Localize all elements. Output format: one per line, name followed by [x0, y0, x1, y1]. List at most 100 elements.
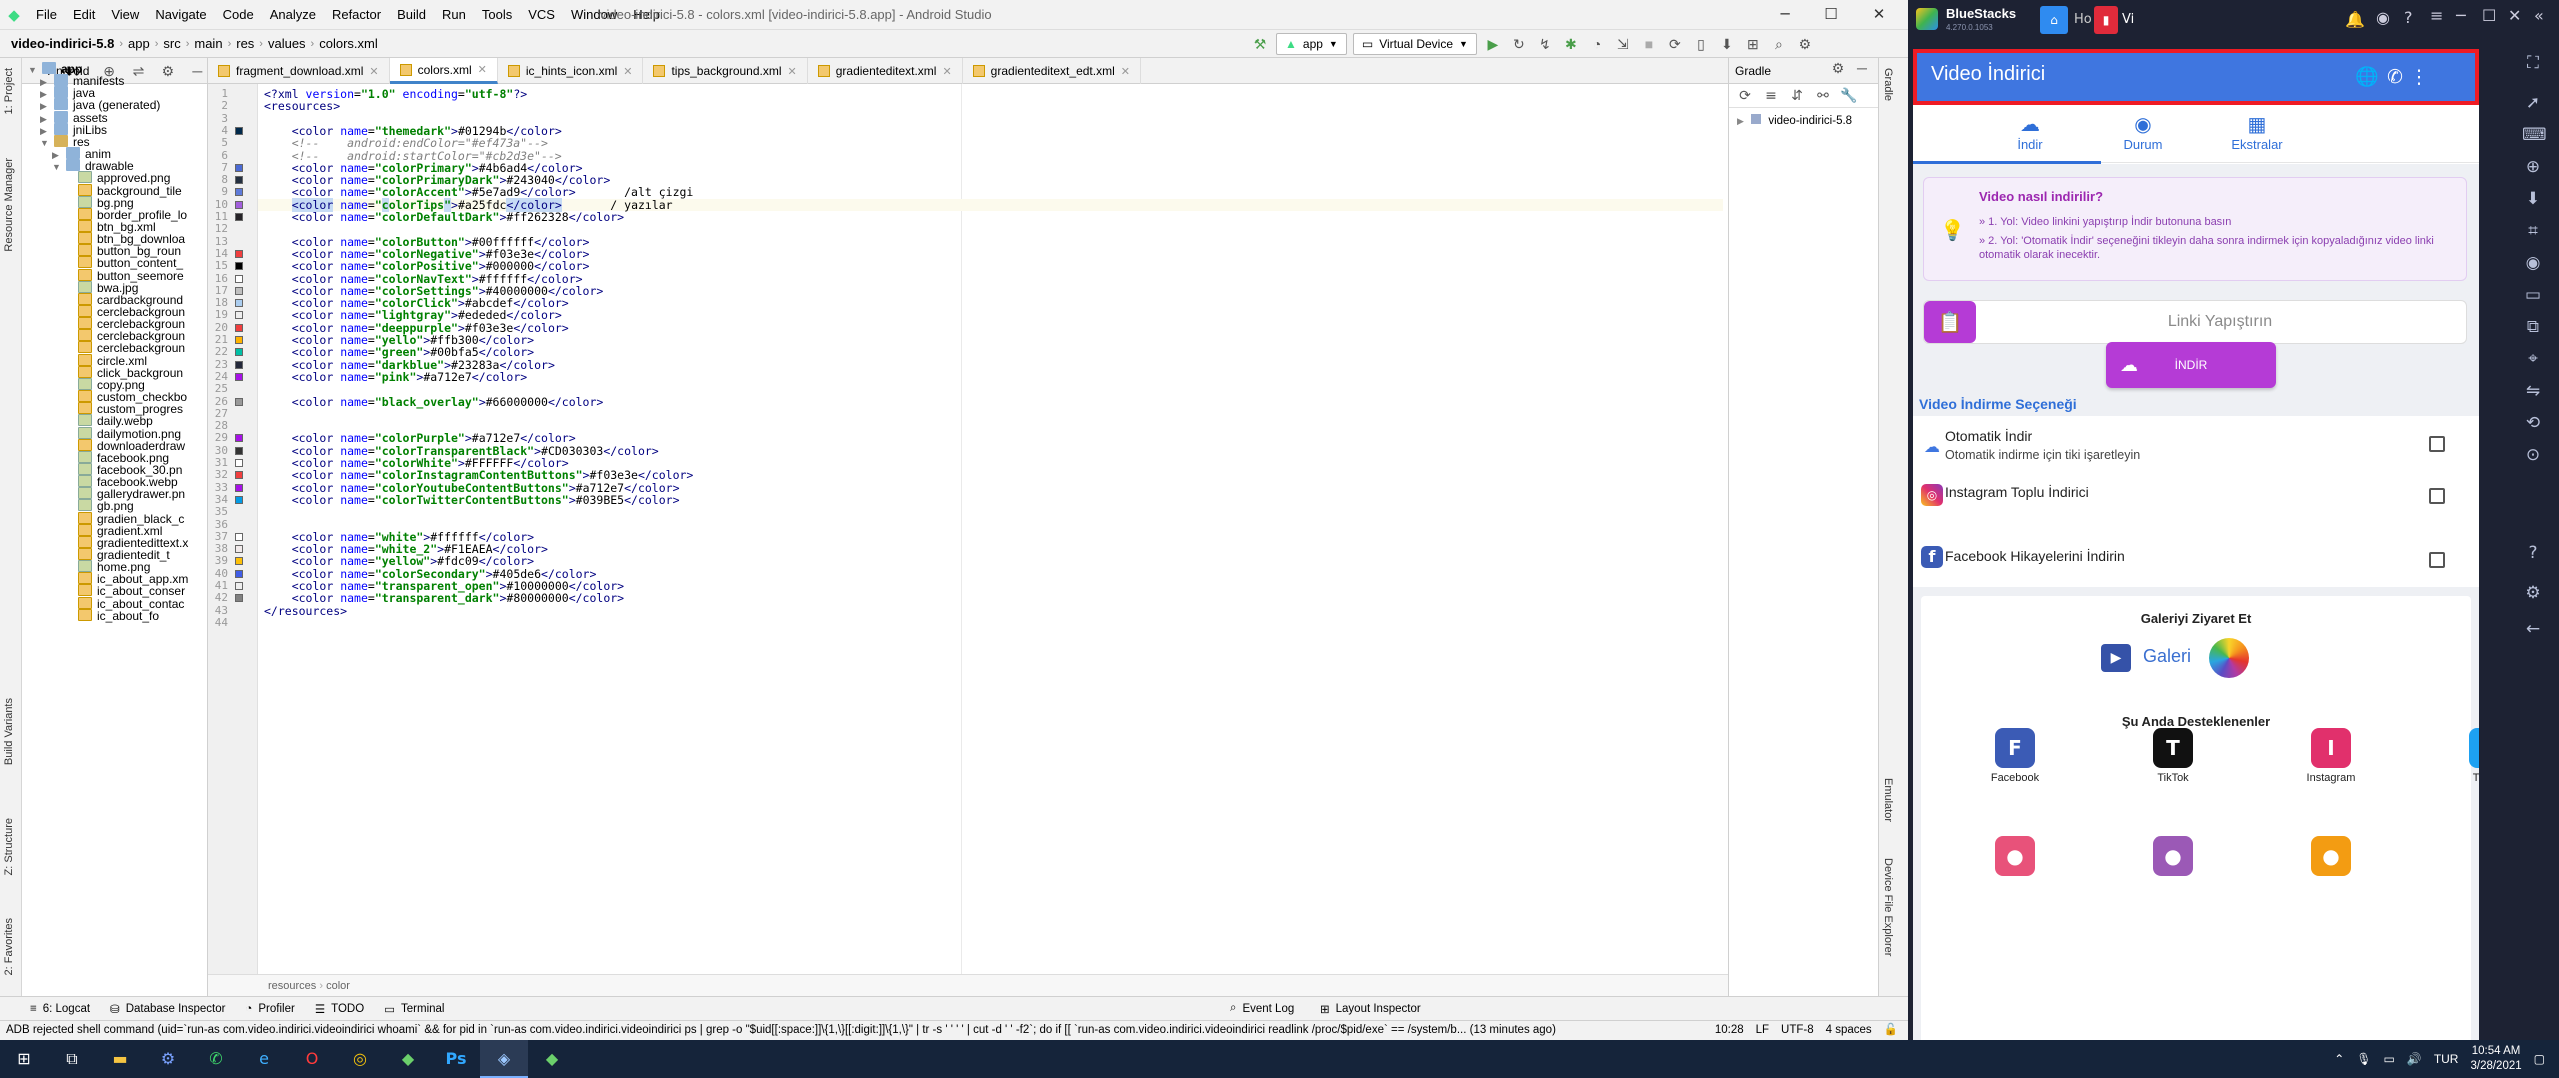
menu-view[interactable]: View: [103, 7, 147, 22]
multi-instance-icon[interactable]: ⧉: [2522, 316, 2544, 338]
tree-item[interactable]: cerclebackgroun: [64, 305, 185, 318]
color-swatch-icon[interactable]: [235, 126, 243, 135]
screenshot-icon[interactable]: ⌗: [2522, 220, 2544, 242]
android-studio-app-icon[interactable]: ◈: [480, 1040, 528, 1078]
editor-tab[interactable]: ic_hints_icon.xml ✕: [498, 58, 644, 84]
menu-analyze[interactable]: Analyze: [262, 7, 324, 22]
tree-item[interactable]: cerclebackgroun: [64, 317, 185, 330]
color-swatch-icon[interactable]: [235, 446, 243, 455]
cursor-icon[interactable]: ➚: [2522, 92, 2544, 114]
code-line[interactable]: <color name="colorTwitterContentButtons"…: [264, 494, 680, 507]
color-swatch-icon[interactable]: [235, 459, 243, 467]
tree-item[interactable]: custom_progres: [64, 402, 183, 415]
gradle-wrench-icon[interactable]: 🔧: [1839, 86, 1859, 106]
tree-item[interactable]: button_seemore: [64, 268, 184, 282]
menu-icon[interactable]: ≡: [2430, 6, 2443, 25]
video-app-tab-icon[interactable]: ▮: [2094, 6, 2118, 34]
indent-setting[interactable]: 4 spaces: [1826, 1021, 1872, 1040]
location-icon[interactable]: ⌖: [2522, 348, 2544, 370]
color-swatch-icon[interactable]: [235, 372, 243, 381]
tree-item[interactable]: gradien_black_c: [64, 511, 184, 525]
more-vert-icon[interactable]: ⋮: [2407, 65, 2431, 89]
tree-item[interactable]: background_tile: [64, 183, 182, 197]
line-separator[interactable]: LF: [1756, 1021, 1769, 1040]
tree-item[interactable]: cardbackground: [64, 292, 183, 306]
color-swatch-icon[interactable]: [235, 434, 243, 443]
tab-ekstralar[interactable]: ▦ Ekstralar: [2187, 113, 2327, 152]
tree-item[interactable]: daily.webp: [64, 414, 153, 427]
collapse-icon[interactable]: ⇌: [129, 61, 148, 81]
tray-chevron-icon[interactable]: ⌃: [2334, 1052, 2344, 1066]
platform-app-5[interactable]: ●: [2133, 836, 2213, 876]
menu-edit[interactable]: Edit: [65, 7, 103, 22]
file-explorer-icon[interactable]: ▬: [96, 1040, 144, 1078]
collapse-sidebar-icon[interactable]: «: [2534, 6, 2544, 25]
run-config-select[interactable]: ▲ app ▼: [1276, 33, 1347, 55]
color-swatch-icon[interactable]: [235, 311, 243, 320]
color-swatch-icon[interactable]: [235, 176, 243, 185]
tree-item[interactable]: custom_checkbo: [64, 390, 187, 403]
tree-item[interactable]: circle.xml: [64, 353, 147, 367]
code-line[interactable]: <color name="black_overlay">#66000000</c…: [264, 395, 604, 408]
whatsapp-app-icon[interactable]: ✆: [192, 1040, 240, 1078]
tree-item[interactable]: copy.png: [64, 377, 145, 391]
opera-icon[interactable]: O: [288, 1040, 336, 1078]
gradle-gear-icon[interactable]: ⚙: [1828, 58, 1848, 78]
clock[interactable]: 10:54 AM 3/28/2021: [2470, 1044, 2521, 1074]
platform-app-6[interactable]: ●: [2291, 836, 2371, 876]
gradle-hide-icon[interactable]: ─: [1852, 58, 1872, 78]
color-swatch-icon[interactable]: [235, 483, 243, 492]
gamepad-icon[interactable]: ⊙: [2522, 444, 2544, 466]
bs-maximize-icon[interactable]: ☐: [2482, 6, 2496, 25]
color-swatch-icon[interactable]: [235, 582, 243, 590]
tree-item[interactable]: ▼ app: [28, 62, 82, 75]
tree-item[interactable]: gallerydrawer.pn: [64, 487, 185, 500]
gear-icon[interactable]: ⚙: [158, 61, 177, 81]
breadcrumb-item[interactable]: main: [189, 36, 227, 51]
tree-item[interactable]: bg.png: [64, 195, 134, 209]
stop-icon[interactable]: ■: [1639, 34, 1659, 54]
tree-item[interactable]: ▶ manifests: [40, 74, 124, 87]
color-swatch-icon[interactable]: [235, 163, 243, 172]
code-line[interactable]: </resources>: [264, 604, 347, 617]
tree-item[interactable]: gradient.xml: [64, 523, 162, 537]
tree-item[interactable]: ▶ java (generated): [40, 98, 160, 111]
tree-item[interactable]: ▶ java: [40, 86, 95, 99]
bs-settings-icon[interactable]: ⚙: [2522, 582, 2544, 604]
paste-link-field[interactable]: 📋 Linki Yapıştırın: [1923, 300, 2467, 344]
platform-instagram[interactable]: I Instagram: [2291, 728, 2371, 784]
fullscreen-icon[interactable]: ⛶: [2522, 52, 2544, 74]
menu-vcs[interactable]: VCS: [520, 7, 563, 22]
terminal-tab[interactable]: ▭ Terminal: [374, 1002, 454, 1016]
shake-icon[interactable]: ⇋: [2522, 380, 2544, 402]
favorites-tab[interactable]: 2: Favorites: [3, 918, 15, 975]
tree-item[interactable]: btn_bg_downloa: [64, 232, 185, 245]
run-icon[interactable]: ▶: [1483, 34, 1503, 54]
status-message[interactable]: ADB rejected shell command (uid=`run-as …: [6, 1024, 1556, 1036]
tree-item[interactable]: ▶ anim: [52, 147, 111, 160]
home-tab[interactable]: ⌂: [2040, 6, 2068, 34]
close-tab-icon[interactable]: ✕: [478, 63, 487, 76]
settings-app-icon[interactable]: ⚙: [144, 1040, 192, 1078]
close-tab-icon[interactable]: ✕: [1121, 65, 1130, 78]
color-swatch-icon[interactable]: [235, 397, 243, 406]
install-apk-icon[interactable]: ⊕: [2522, 156, 2544, 178]
editor-tab[interactable]: gradienteditext.xml ✕: [808, 58, 963, 84]
tree-item[interactable]: gb.png: [64, 499, 134, 512]
hammer-icon[interactable]: ⚒: [1250, 34, 1270, 54]
tree-item[interactable]: click_backgroun: [64, 365, 183, 379]
close-tab-icon[interactable]: ✕: [369, 65, 378, 78]
lock-icon[interactable]: 🔓: [1884, 1021, 1898, 1040]
device-file-explorer-tab[interactable]: Device File Explorer: [1882, 858, 1894, 956]
paste-placeholder[interactable]: Linki Yapıştırın: [1984, 301, 2456, 343]
breadcrumb-item[interactable]: app: [123, 36, 155, 51]
close-tab-icon[interactable]: ✕: [942, 65, 951, 78]
color-swatch-icon[interactable]: [235, 348, 243, 357]
tree-item[interactable]: ▼ drawable: [52, 159, 134, 172]
color-swatch-icon[interactable]: [235, 188, 243, 197]
tree-item[interactable]: bwa.jpg: [64, 280, 138, 294]
clipboard-icon[interactable]: 📋: [1924, 301, 1976, 343]
input-language[interactable]: TUR: [2434, 1052, 2459, 1066]
code-line[interactable]: <color name="pink">#a712e7</color>: [264, 371, 527, 384]
build-variants-tab[interactable]: Build Variants: [3, 698, 15, 765]
